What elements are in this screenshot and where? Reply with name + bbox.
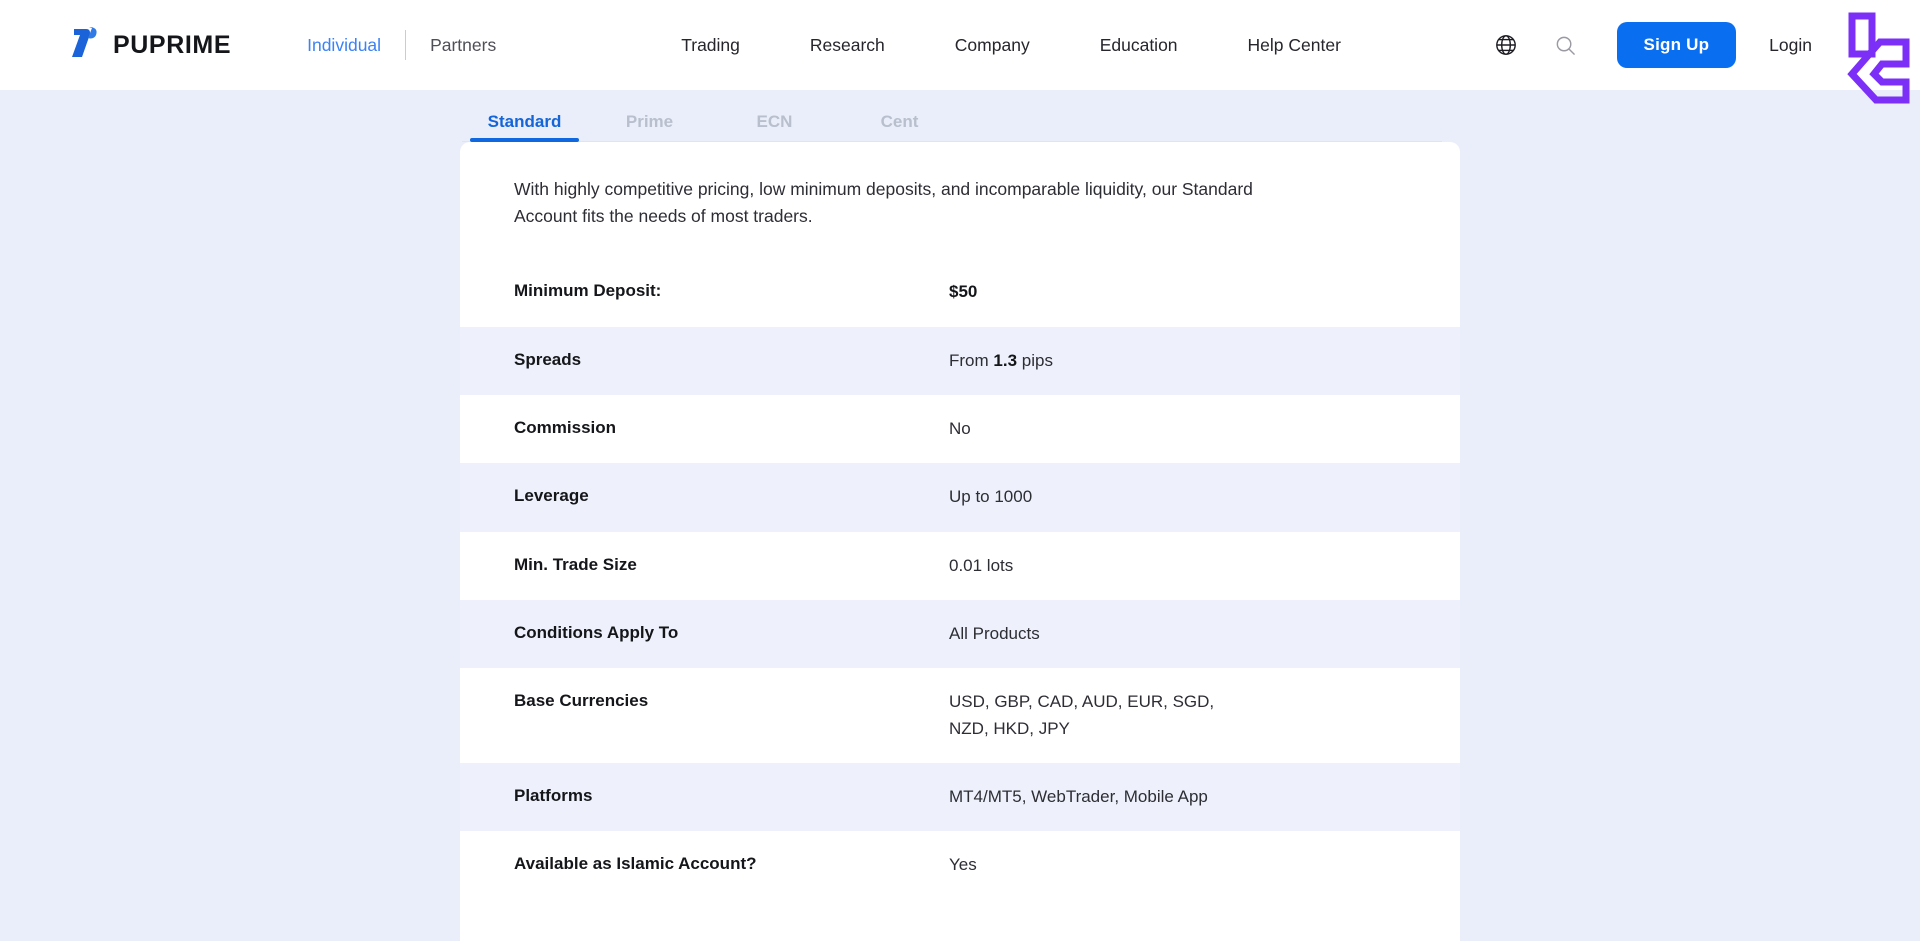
main-navigation: Trading Research Company Education Help … [646, 35, 1482, 56]
nav-item-research[interactable]: Research [775, 35, 920, 56]
spec-label: Minimum Deposit: [514, 281, 662, 301]
spec-value: MT4/MT5, WebTrader, Mobile App [949, 787, 1208, 806]
spec-label: Base Currencies [514, 691, 649, 711]
header-tools: Sign Up Login [1483, 22, 1920, 68]
spec-value: USD, GBP, CAD, AUD, EUR, SGD, NZD, HKD, … [949, 692, 1215, 738]
cta-buttons: Open Account Try Out Demo [460, 900, 1460, 941]
spec-label: Conditions Apply To [514, 622, 679, 642]
account-type-tabs: Standard Prime ECN Cent [462, 90, 1442, 142]
table-row: Minimum Deposit: $50 [460, 258, 1460, 327]
spreads-suffix: pips [1017, 350, 1053, 370]
globe-icon[interactable] [1483, 22, 1529, 68]
spec-label: Min. Trade Size [514, 554, 637, 574]
spec-value: Yes [949, 855, 977, 875]
table-row: Base Currencies USD, GBP, CAD, AUD, EUR,… [460, 668, 1460, 763]
spreads-number: 1.3 [993, 350, 1018, 370]
tab-ecn[interactable]: ECN [712, 112, 837, 141]
nav-item-education[interactable]: Education [1065, 35, 1213, 56]
audience-switch: Individual Partners [283, 30, 520, 60]
spec-label: Spreads [514, 349, 582, 369]
spec-value: All Products [949, 623, 1040, 643]
sign-up-button[interactable]: Sign Up [1616, 22, 1737, 68]
login-link[interactable]: Login [1769, 35, 1812, 56]
spreads-prefix: From [949, 350, 994, 370]
spec-label: Platforms [514, 786, 593, 805]
audience-link-partners[interactable]: Partners [406, 35, 520, 56]
spec-value-text: $50 [949, 282, 978, 302]
spec-label: Available as Islamic Account? [514, 854, 757, 874]
page-body: Standard Prime ECN Cent With highly comp… [0, 90, 1920, 941]
search-icon[interactable] [1543, 22, 1589, 68]
brand-name: PUPRIME [113, 30, 232, 59]
nav-item-company[interactable]: Company [920, 35, 1065, 56]
spec-label: Leverage [514, 486, 589, 506]
table-row: Conditions Apply To All Products [460, 599, 1460, 669]
nav-item-trading[interactable]: Trading [646, 35, 775, 56]
spec-label: Commission [514, 417, 617, 437]
account-details-card: With highly competitive pricing, low min… [460, 142, 1460, 941]
spec-value: $50 [949, 279, 977, 305]
spec-value: From 1.3 pips [949, 348, 1053, 374]
nav-item-help-center[interactable]: Help Center [1213, 35, 1376, 56]
table-row: Platforms MT4/MT5, WebTrader, Mobile App [460, 763, 1460, 832]
account-spec-table: Minimum Deposit: $50 Spreads From 1.3 pi… [460, 258, 1460, 900]
table-row: Min. Trade Size 0.01 lots [460, 531, 1460, 600]
spec-value: No [949, 418, 971, 438]
table-row: Spreads From 1.3 pips [460, 326, 1460, 395]
puprime-logo-icon [66, 25, 100, 66]
audience-link-individual[interactable]: Individual [283, 35, 405, 56]
table-row: Available as Islamic Account? Yes [460, 831, 1460, 900]
table-row: Commission No [460, 394, 1460, 464]
spec-value: 0.01 lots [949, 555, 1014, 575]
site-header: PUPRIME Individual Partners Trading Rese… [0, 0, 1920, 104]
account-description: With highly competitive pricing, low min… [514, 179, 1253, 227]
tab-cent[interactable]: Cent [837, 112, 962, 141]
spec-value: Up to 1000 [949, 487, 1033, 507]
tab-standard[interactable]: Standard [462, 112, 587, 142]
table-row: Leverage Up to 1000 [460, 463, 1460, 532]
brand-logo[interactable]: PUPRIME [66, 25, 231, 66]
tab-prime[interactable]: Prime [587, 112, 712, 141]
